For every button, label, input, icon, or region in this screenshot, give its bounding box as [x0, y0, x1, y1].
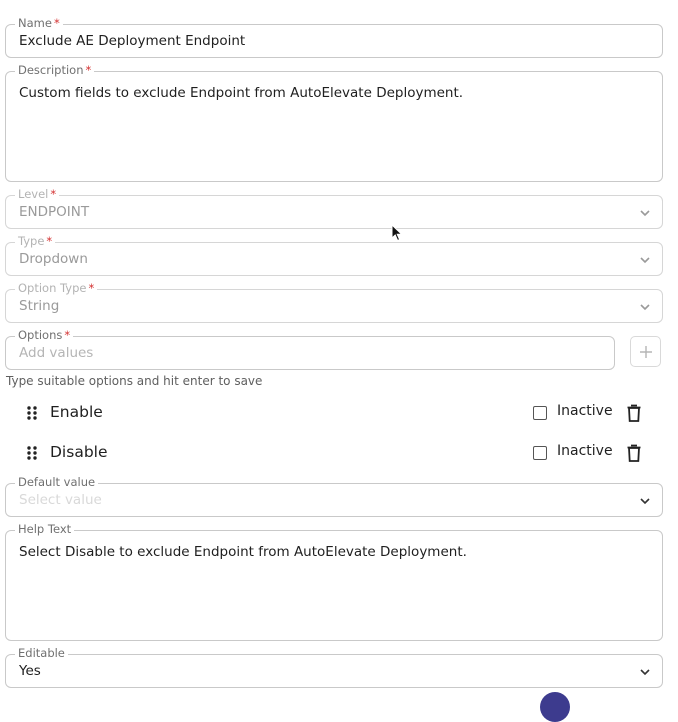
help-text-value[interactable]: Select Disable to exclude Endpoint from … — [19, 544, 467, 560]
name-value[interactable]: Exclude AE Deployment Endpoint — [19, 33, 245, 49]
options-input[interactable]: Options * Add values — [5, 328, 615, 370]
editable-value[interactable]: Yes — [19, 663, 41, 679]
inactive-checkbox[interactable] — [533, 406, 547, 420]
editable-label: Editable — [15, 646, 68, 661]
type-value: Dropdown — [19, 251, 88, 267]
description-value[interactable]: Custom fields to exclude Endpoint from A… — [19, 85, 463, 101]
floating-action-button[interactable] — [540, 692, 570, 722]
level-value: ENDPOINT — [19, 204, 90, 220]
option-label: Disable — [50, 443, 108, 461]
chevron-down-icon[interactable] — [638, 494, 652, 508]
description-label: Description * — [15, 63, 95, 78]
type-label: Type * — [15, 234, 56, 249]
options-hint: Type suitable options and hit enter to s… — [6, 374, 263, 388]
add-option-button[interactable] — [630, 336, 661, 367]
chevron-down-icon — [638, 206, 652, 220]
inactive-label: Inactive — [557, 443, 613, 459]
name-label: Name * — [15, 16, 63, 31]
option-item: Disable Inactive — [0, 438, 678, 468]
inactive-checkbox[interactable] — [533, 446, 547, 460]
inactive-label: Inactive — [557, 403, 613, 419]
type-select: Type * Dropdown — [5, 234, 663, 276]
help-text-label: Help Text — [15, 522, 75, 537]
chevron-down-icon[interactable] — [638, 665, 652, 679]
default-value-placeholder[interactable]: Select value — [19, 492, 102, 508]
plus-icon — [640, 346, 652, 358]
name-field[interactable]: Name * Exclude AE Deployment Endpoint — [5, 16, 663, 58]
option-type-label: Option Type * — [15, 281, 98, 296]
editable-select[interactable]: Editable Yes — [5, 646, 663, 688]
chevron-down-icon — [638, 300, 652, 314]
options-label: Options * — [15, 328, 74, 343]
level-select: Level * ENDPOINT — [5, 187, 663, 229]
option-label: Enable — [50, 403, 103, 421]
description-field[interactable]: Description * Custom fields to exclude En… — [5, 63, 663, 182]
options-placeholder[interactable]: Add values — [19, 345, 93, 361]
level-label: Level * — [15, 187, 60, 202]
default-value-select[interactable]: Default value Select value — [5, 475, 663, 517]
cursor-icon — [391, 224, 403, 242]
option-item: Enable Inactive — [0, 398, 678, 428]
chevron-down-icon — [638, 253, 652, 267]
drag-handle-icon[interactable] — [26, 445, 38, 461]
trash-icon[interactable] — [626, 444, 642, 462]
drag-handle-icon[interactable] — [26, 405, 38, 421]
default-value-label: Default value — [15, 475, 99, 490]
trash-icon[interactable] — [626, 404, 642, 422]
option-type-select: Option Type * String — [5, 281, 663, 323]
help-text-field[interactable]: Help Text Select Disable to exclude Endp… — [5, 522, 663, 641]
option-type-value: String — [19, 298, 60, 314]
